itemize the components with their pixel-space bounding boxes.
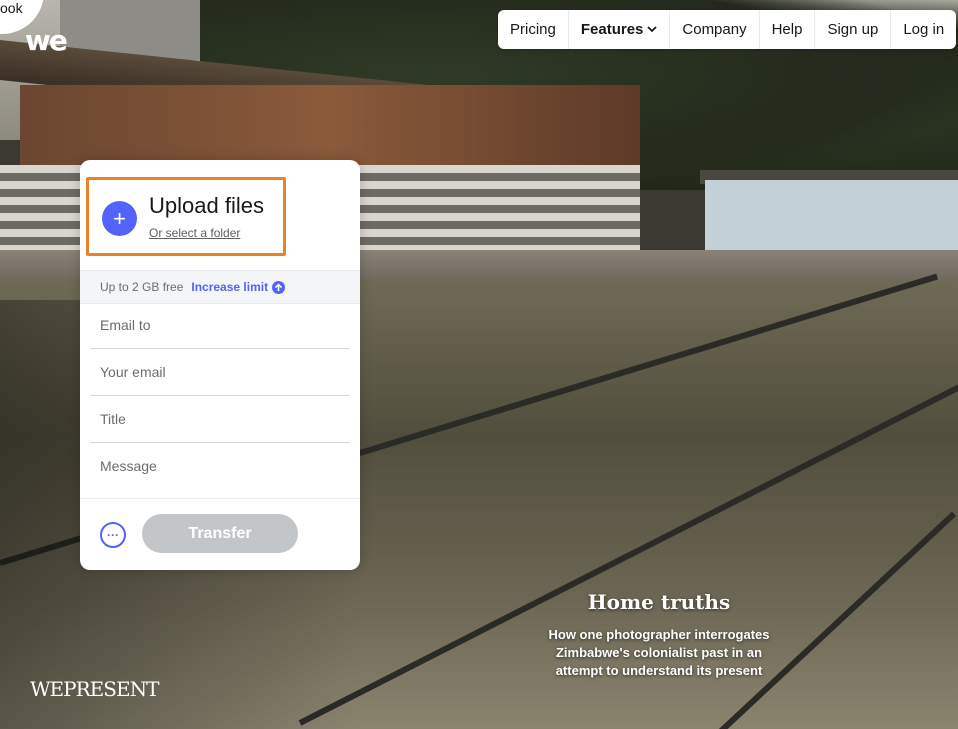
- upload-files-title[interactable]: Upload files: [149, 193, 264, 219]
- nav-features[interactable]: Features: [569, 10, 671, 49]
- title-field: [90, 396, 350, 443]
- arrow-up-icon[interactable]: [272, 280, 286, 294]
- nav-company[interactable]: Company: [670, 10, 760, 49]
- more-options-icon: ···: [107, 528, 119, 542]
- nav-pricing[interactable]: Pricing: [498, 10, 569, 49]
- story-subtitle: How one photographer interrogates Zimbab…: [548, 627, 770, 678]
- nav-help[interactable]: Help: [760, 10, 816, 49]
- wepresent-logo[interactable]: WEPRESENT: [30, 677, 159, 701]
- nav-pricing-label: Pricing: [510, 21, 556, 38]
- message-field: [90, 443, 350, 498]
- plus-icon: +: [113, 205, 126, 231]
- select-folder-link[interactable]: Or select a folder: [149, 226, 240, 240]
- message-input[interactable]: [100, 458, 340, 490]
- transfer-panel: + Upload files Or select a folder Up to …: [80, 160, 360, 570]
- increase-limit-link[interactable]: Increase limit: [191, 280, 268, 294]
- nav-sign-up-label: Sign up: [827, 21, 879, 38]
- we-logo[interactable]: we: [25, 24, 68, 57]
- chevron-down-icon: [647, 24, 658, 36]
- email-to-field: [90, 302, 350, 349]
- stand-wall: [20, 85, 640, 165]
- logo-badge-text: ook: [0, 0, 23, 16]
- nav-log-in[interactable]: Log in: [891, 10, 956, 49]
- top-nav: Pricing Features Company Help Sign up Lo…: [498, 10, 957, 49]
- pool-house: [705, 180, 958, 250]
- title-input[interactable]: [100, 411, 340, 427]
- nav-company-label: Company: [682, 21, 747, 38]
- upload-area[interactable]: + Upload files Or select a folder: [86, 177, 286, 256]
- nav-features-label: Features: [580, 21, 644, 38]
- story-title[interactable]: Home truths: [540, 590, 778, 614]
- add-files-button[interactable]: +: [102, 201, 137, 236]
- size-limit-row: Up to 2 GB free Increase limit: [80, 270, 360, 304]
- panel-divider: [80, 498, 360, 499]
- more-options-button[interactable]: ···: [100, 522, 126, 548]
- nav-sign-up[interactable]: Sign up: [815, 10, 892, 49]
- nav-help-label: Help: [771, 21, 803, 38]
- email-to-input[interactable]: [100, 317, 340, 333]
- your-email-input[interactable]: [100, 364, 340, 380]
- your-email-field: [90, 349, 350, 396]
- transfer-button[interactable]: Transfer: [142, 514, 298, 553]
- size-limit-text: Up to 2 GB free: [100, 280, 184, 294]
- nav-log-in-label: Log in: [903, 21, 945, 38]
